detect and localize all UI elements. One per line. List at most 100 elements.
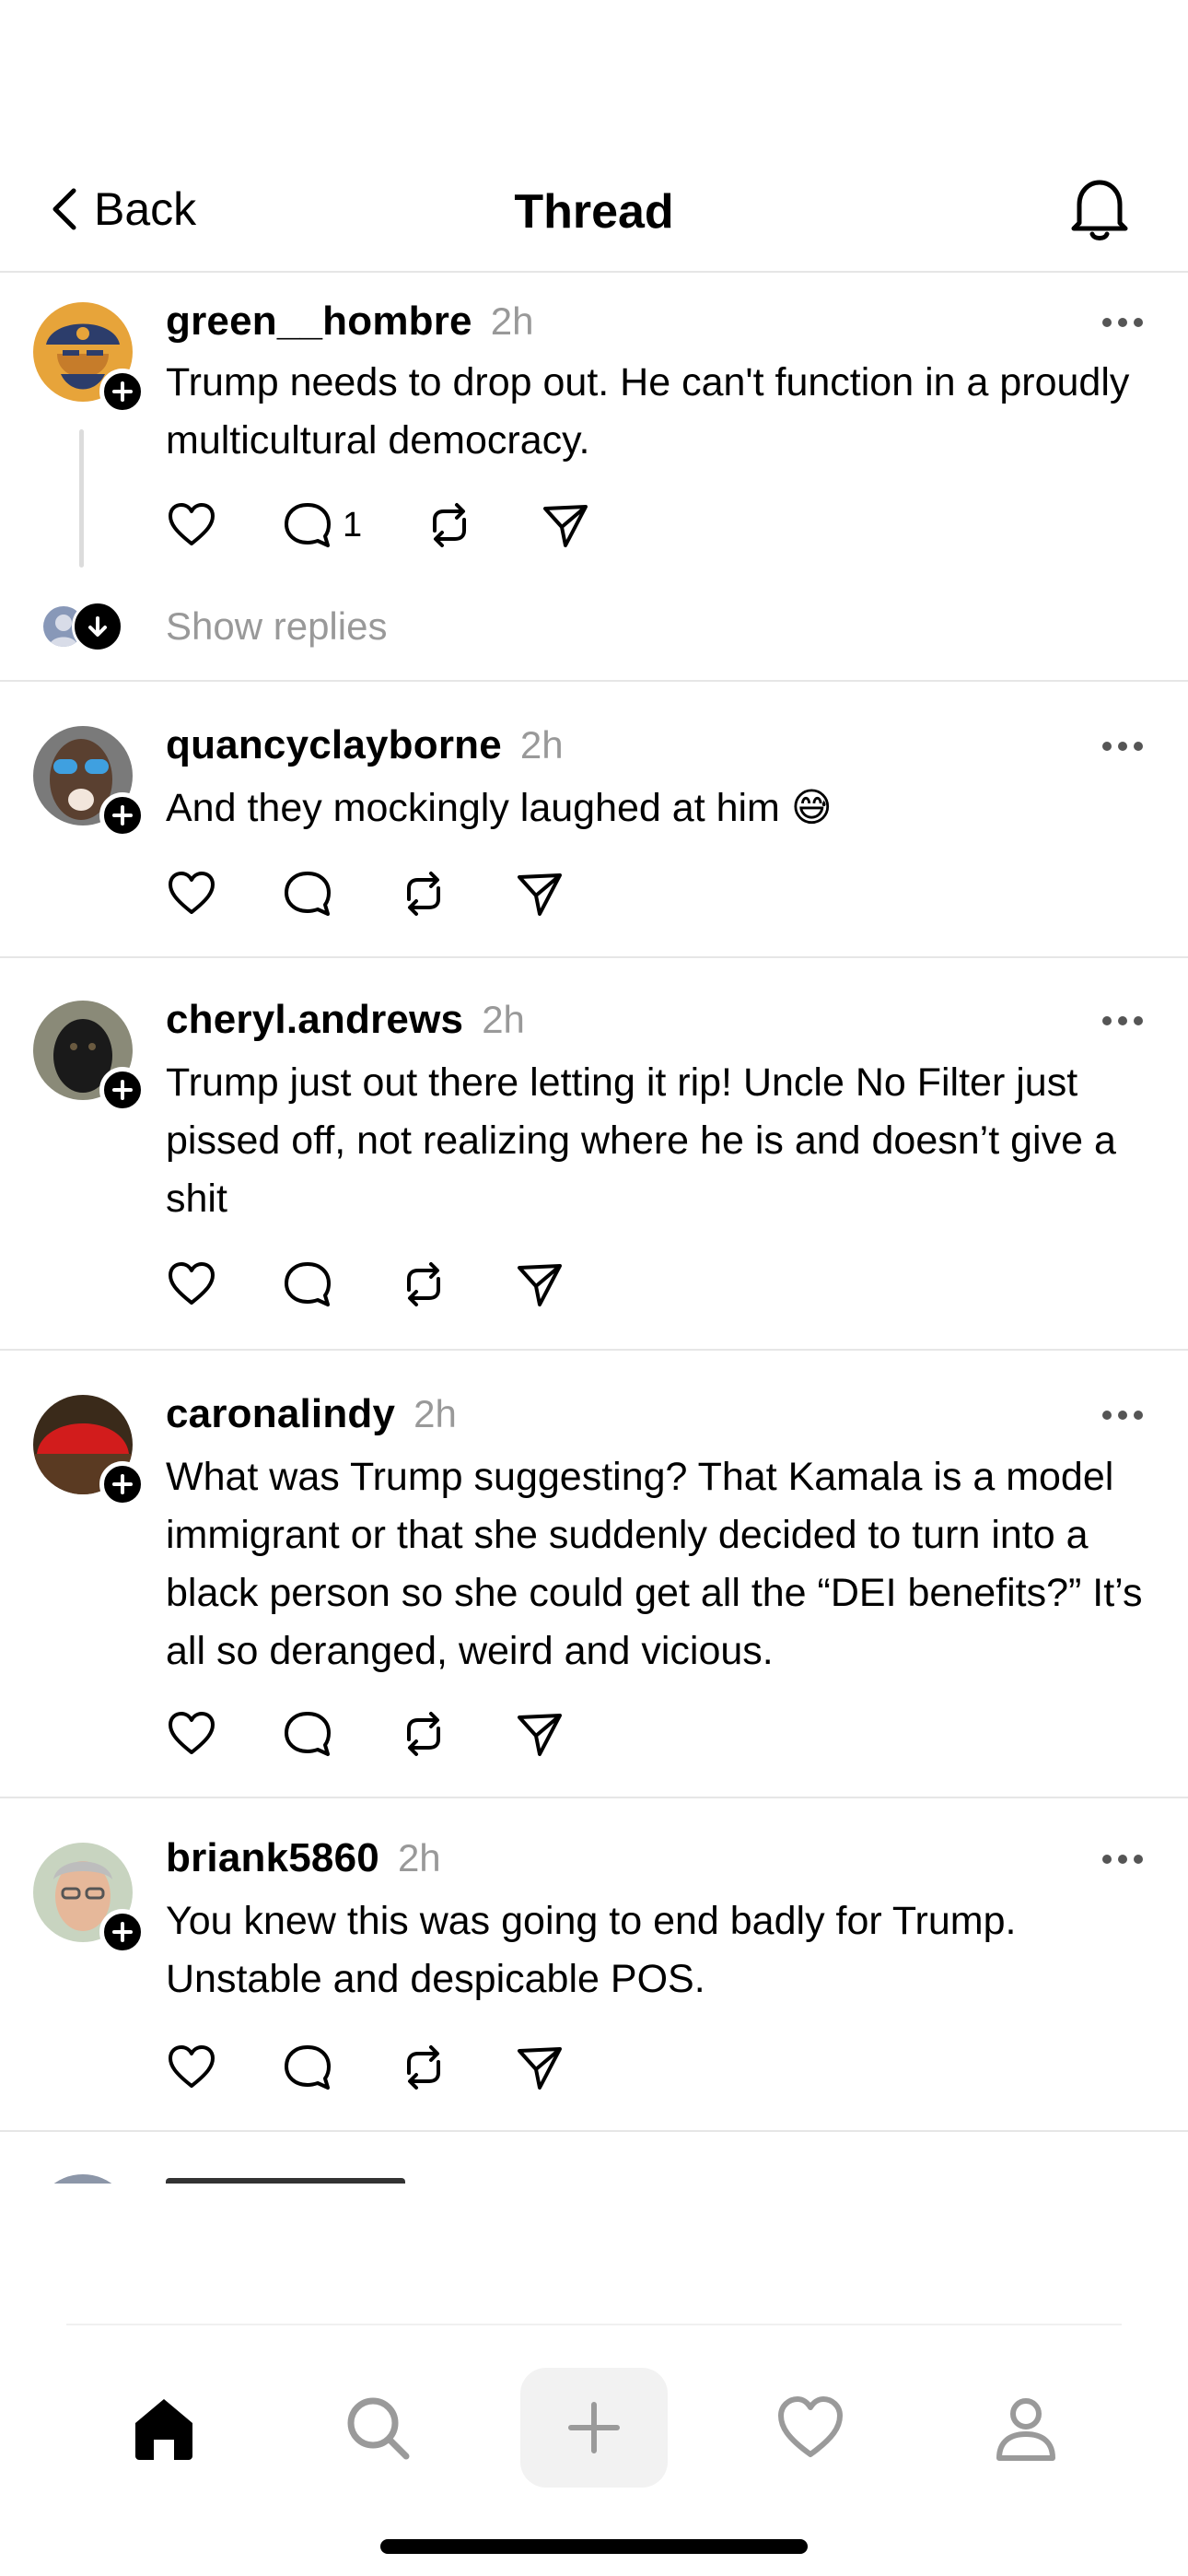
follow-plus-icon[interactable]	[99, 369, 146, 415]
reply-button[interactable]	[282, 1257, 398, 1312]
avatar[interactable]	[33, 1843, 146, 1955]
post-text: What was Trump suggesting? That Kamala i…	[166, 1455, 1143, 1673]
avatar[interactable]	[33, 1001, 146, 1113]
username-fragment	[166, 2178, 405, 2184]
show-replies-label: Show replies	[166, 604, 388, 648]
post: caronalindy 2h What was Trump suggesting…	[0, 1351, 1188, 1798]
post: quancyclayborne 2h And they mockingly la…	[0, 682, 1188, 958]
share-button[interactable]	[540, 498, 613, 553]
timestamp: 2h	[490, 299, 534, 343]
repost-button[interactable]	[398, 2040, 514, 2095]
post: green__hombre 2h Trump needs to drop out…	[0, 273, 1188, 682]
nav-search[interactable]	[304, 2368, 451, 2488]
home-indicator	[380, 2539, 808, 2554]
repost-button[interactable]	[398, 1706, 514, 1762]
follow-plus-icon[interactable]	[99, 1461, 146, 1507]
avatar[interactable]	[33, 302, 146, 415]
reply-button[interactable]	[282, 2040, 398, 2095]
more-options-icon[interactable]	[1101, 1852, 1144, 1867]
post-actions	[166, 866, 588, 921]
share-button[interactable]	[514, 1706, 588, 1762]
comment-icon	[285, 503, 331, 547]
show-replies-button[interactable]: Show replies	[41, 601, 387, 652]
follow-plus-icon[interactable]	[99, 1067, 146, 1113]
send-icon	[518, 1714, 562, 1756]
thread-line	[79, 429, 84, 568]
reply-count: 1	[343, 505, 363, 544]
post-meta: briank5860 2h	[166, 1835, 441, 1881]
like-button[interactable]	[166, 1706, 282, 1762]
timestamp: 2h	[397, 1836, 441, 1879]
send-icon	[518, 1264, 562, 1306]
avatar[interactable]	[33, 1395, 146, 1507]
post-meta: green__hombre 2h	[166, 299, 533, 345]
timestamp: 2h	[413, 1392, 457, 1435]
repost-button[interactable]	[398, 866, 514, 921]
post-actions: 1	[166, 498, 613, 553]
username[interactable]: cheryl.andrews	[166, 997, 463, 1043]
nav-compose[interactable]	[520, 2368, 668, 2488]
repost-icon	[433, 503, 466, 547]
home-icon	[135, 2399, 192, 2460]
like-button[interactable]	[166, 498, 282, 553]
send-icon	[518, 873, 562, 916]
post-text: You knew this was going to end badly for…	[166, 1899, 1017, 2001]
follow-plus-icon[interactable]	[99, 1909, 146, 1955]
arrow-down-icon	[72, 601, 123, 652]
username[interactable]: green__hombre	[166, 299, 472, 345]
heart-icon	[169, 872, 215, 914]
more-options-icon[interactable]	[1101, 739, 1144, 754]
like-button[interactable]	[166, 866, 282, 921]
compose-plus-icon	[568, 2402, 620, 2453]
comment-icon	[285, 1712, 331, 1756]
reply-button[interactable]	[282, 866, 398, 921]
timestamp: 2h	[482, 998, 525, 1041]
heart-icon	[169, 2045, 215, 2088]
post: cheryl.andrews 2h Trump just out there l…	[0, 958, 1188, 1351]
repost-icon	[407, 872, 440, 916]
repost-icon	[407, 2045, 440, 2090]
more-options-icon[interactable]	[1101, 315, 1144, 330]
more-options-icon[interactable]	[1101, 1013, 1144, 1028]
comment-icon	[285, 872, 331, 916]
bell-icon[interactable]	[1066, 173, 1133, 243]
nav-home[interactable]	[90, 2368, 238, 2488]
nav-activity[interactable]	[737, 2368, 884, 2488]
like-button[interactable]	[166, 1257, 282, 1312]
repost-button[interactable]	[424, 498, 540, 553]
comment-icon	[285, 1262, 331, 1306]
repost-button[interactable]	[398, 1257, 514, 1312]
page-title: Thread	[514, 185, 674, 239]
username[interactable]: briank5860	[166, 1835, 379, 1881]
comment-icon	[285, 2045, 331, 2090]
post-actions	[166, 1706, 588, 1762]
reply-button[interactable]: 1	[282, 498, 424, 553]
post-text: Trump needs to drop out. He can't functi…	[166, 360, 1130, 463]
avatar[interactable]	[33, 726, 146, 838]
post-meta: caronalindy 2h	[166, 1391, 457, 1437]
nav-profile[interactable]	[952, 2368, 1100, 2488]
heart-icon	[169, 503, 215, 545]
reply-button[interactable]	[282, 1706, 398, 1762]
share-button[interactable]	[514, 866, 588, 921]
follow-plus-icon[interactable]	[99, 792, 146, 838]
like-button[interactable]	[166, 2040, 282, 2095]
nav-divider	[66, 2324, 1122, 2325]
share-button[interactable]	[514, 1257, 588, 1312]
username[interactable]: caronalindy	[166, 1391, 395, 1437]
post-meta: cheryl.andrews 2h	[166, 997, 525, 1043]
thread-page: Back Thread green__hombre 2h Trump needs…	[0, 0, 1188, 2576]
profile-icon	[996, 2398, 1055, 2461]
username[interactable]: quancyclayborne	[166, 722, 502, 768]
post-text: Trump just out there letting it rip! Unc…	[166, 1060, 1116, 1221]
avatar	[33, 2174, 133, 2184]
repost-icon	[407, 1712, 440, 1756]
post-actions	[166, 1257, 588, 1312]
repost-icon	[407, 1262, 440, 1306]
more-options-icon[interactable]	[1101, 1408, 1144, 1423]
share-button[interactable]	[514, 2040, 588, 2095]
heart-icon	[169, 1712, 215, 1754]
post-actions	[166, 2040, 588, 2095]
search-icon	[347, 2397, 410, 2460]
heart-icon	[169, 1262, 215, 1305]
